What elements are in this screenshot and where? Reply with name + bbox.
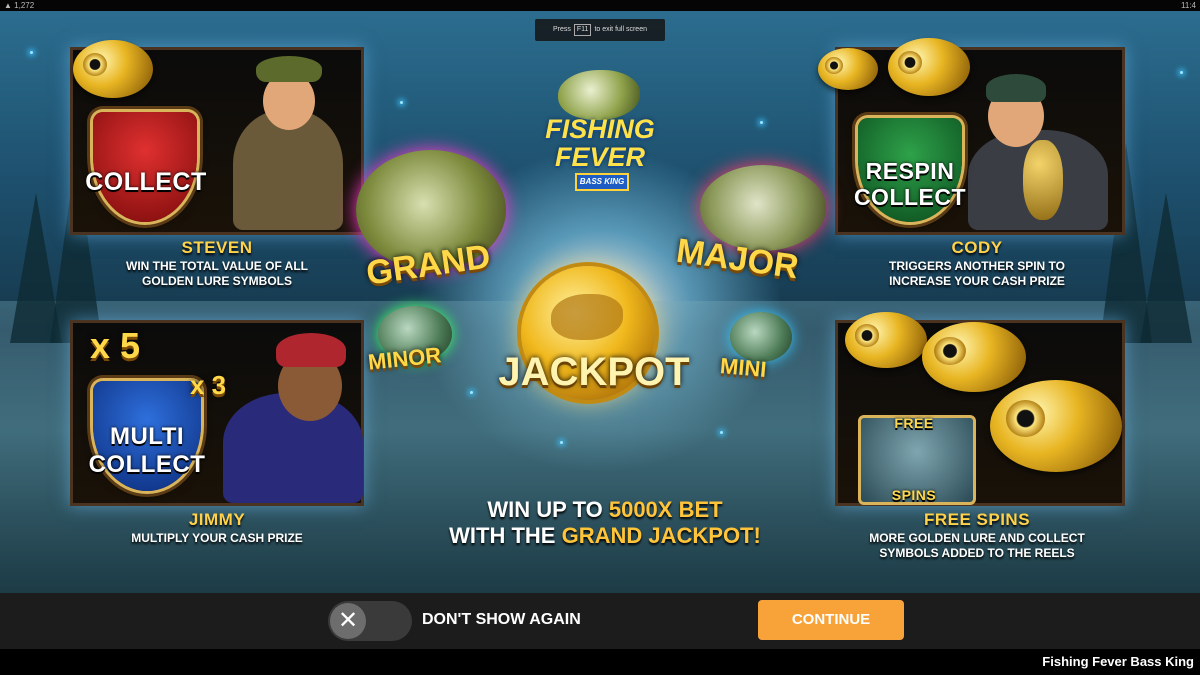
multi-label-2: COLLECT xyxy=(88,451,206,478)
golden-lure-icon xyxy=(845,312,927,368)
cody-caption: CODY TRIGGERS ANOTHER SPIN TO INCREASE Y… xyxy=(832,238,1122,289)
dont-show-again-toggle[interactable]: ✕ xyxy=(328,601,412,641)
collect-shield xyxy=(93,112,197,222)
golden-lure-icon xyxy=(922,322,1026,392)
game-logo: FISHING FEVER BASS KING xyxy=(530,60,670,200)
hint-suffix: to exit full screen xyxy=(594,26,647,33)
win-line-2a: WITH THE xyxy=(449,523,562,548)
jimmy-desc-1: MULTIPLY YOUR CASH PRIZE xyxy=(131,531,303,545)
multi-collect-badge-label: MULTI COLLECT xyxy=(75,423,219,479)
steven-hat xyxy=(256,56,322,82)
game-title: Fishing Fever Bass King xyxy=(1042,654,1194,669)
free-spins-caption: FREE SPINS MORE GOLDEN LURE AND COLLECT … xyxy=(832,510,1122,561)
free-spins-badge-label-2: SPINS xyxy=(891,487,937,503)
continue-button[interactable]: CONTINUE xyxy=(758,600,904,640)
cody-beanie xyxy=(986,74,1046,102)
win-up-to-banner: WIN UP TO 5000X BET WITH THE GRAND JACKP… xyxy=(405,497,805,549)
steven-desc-2: GOLDEN LURE SYMBOLS xyxy=(141,274,292,288)
free-spins-desc-2: SYMBOLS ADDED TO THE REELS xyxy=(879,546,1075,560)
golden-fish-icon xyxy=(1023,140,1063,220)
sparkle xyxy=(30,51,33,54)
jimmy-caption: JIMMY MULTIPLY YOUR CASH PRIZE xyxy=(70,510,364,546)
jackpot-label: JACKPOT xyxy=(498,350,690,394)
sparkle xyxy=(760,121,763,124)
free-spins-desc-1: MORE GOLDEN LURE AND COLLECT xyxy=(869,531,1085,545)
free-spins-title: FREE SPINS xyxy=(923,510,1031,529)
sparkle xyxy=(720,431,723,434)
dont-show-again-label[interactable]: DON'T SHOW AGAIN xyxy=(422,608,581,632)
multiplier-x5: x 5 xyxy=(90,325,141,366)
respin-label-1: RESPIN xyxy=(865,158,955,184)
status-left: ▲ 1,272 xyxy=(4,1,35,10)
steven-caption: STEVEN WIN THE TOTAL VALUE OF ALL GOLDEN… xyxy=(70,238,364,289)
fullscreen-hint: Press F11 to exit full screen xyxy=(535,19,665,41)
free-spins-badge-label-1: FREE xyxy=(894,415,934,431)
cody-desc-2: INCREASE YOUR CASH PRIZE xyxy=(889,274,1065,288)
intro-control-bar xyxy=(0,593,1200,649)
golden-lure-icon xyxy=(888,38,970,96)
mini-label: MINI xyxy=(719,353,768,382)
respin-badge-label: RESPIN COLLECT xyxy=(838,158,982,210)
hint-prefix: Press xyxy=(553,26,571,33)
cody-title: CODY xyxy=(951,238,1003,257)
jimmy-title: JIMMY xyxy=(188,510,246,529)
sparkle xyxy=(560,441,563,444)
sparkle xyxy=(1180,71,1183,74)
sparkle xyxy=(470,391,473,394)
logo-subtitle: BASS KING xyxy=(575,173,629,191)
respin-label-2: COLLECT xyxy=(853,184,967,210)
win-line-1a: WIN UP TO xyxy=(487,497,609,522)
bass-fish-icon xyxy=(558,70,640,120)
f11-key: F11 xyxy=(573,24,592,36)
golden-lure-icon xyxy=(818,48,878,90)
cody-panel: RESPIN COLLECT xyxy=(835,47,1125,235)
steven-title: STEVEN xyxy=(181,238,253,257)
win-line-2b: GRAND JACKPOT! xyxy=(561,523,761,548)
clock: 11:4 xyxy=(1181,1,1196,10)
sparkle xyxy=(400,101,403,104)
golden-lure-icon xyxy=(990,380,1122,472)
close-icon: ✕ xyxy=(330,603,366,639)
win-line-1b: 5000X BET xyxy=(608,497,723,522)
cody-desc-1: TRIGGERS ANOTHER SPIN TO xyxy=(888,259,1065,273)
pine-tree xyxy=(1140,193,1192,343)
window-footer: Fishing Fever Bass King xyxy=(0,649,1200,675)
multiplier-x3: x 3 xyxy=(190,370,227,400)
steven-desc-1: WIN THE TOTAL VALUE OF ALL xyxy=(126,259,308,273)
golden-lure-icon xyxy=(73,40,153,98)
jimmy-beanie xyxy=(276,333,346,367)
multi-label-1: MULTI xyxy=(109,423,185,450)
logo-line-2: FEVER xyxy=(554,142,646,172)
logo-line-1: FISHING xyxy=(545,114,655,144)
system-status-bar: ▲ 1,272 11:4 xyxy=(0,0,1200,11)
collect-badge-label: COLLECT xyxy=(85,168,207,196)
